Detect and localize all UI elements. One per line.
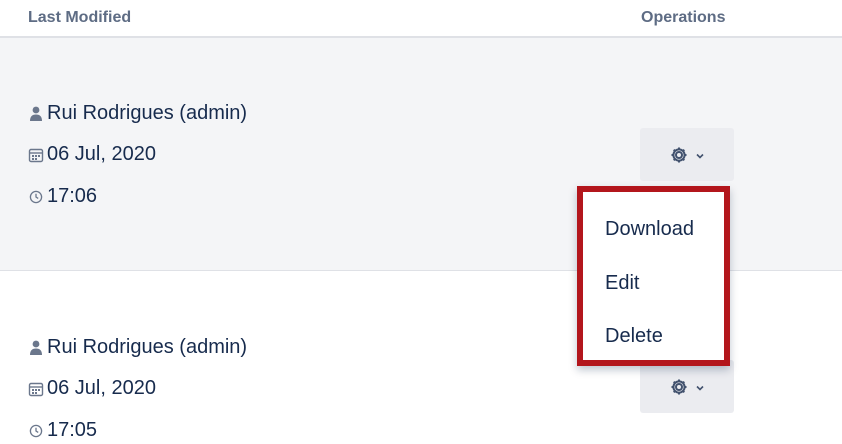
calendar-icon [28, 380, 44, 398]
modified-time-value: 17:05 [47, 419, 98, 441]
calendar-icon [28, 146, 44, 164]
operations-menu-button[interactable] [640, 128, 734, 181]
modified-date-value: 06 Jul, 2020 [47, 143, 156, 165]
modified-date: 06 Jul, 2020 [28, 377, 156, 400]
modified-by-name: Rui Rodrigues (admin) [47, 336, 248, 358]
operations-dropdown-menu: Download Edit Delete [577, 186, 730, 366]
table-header: Last Modified Operations [0, 0, 842, 38]
clock-icon [28, 422, 44, 440]
menu-item-download[interactable]: Download [605, 218, 694, 241]
modified-date: 06 Jul, 2020 [28, 143, 156, 166]
modified-by: Rui Rodrigues (admin) [28, 336, 247, 359]
attachments-table: Last Modified Operations Rui Rodrigues (… [0, 0, 842, 444]
column-header-operations: Operations [641, 9, 726, 26]
operations-menu-button[interactable] [640, 360, 734, 413]
menu-item-edit[interactable]: Edit [605, 272, 639, 295]
modified-time: 17:06 [28, 185, 97, 208]
modified-time: 17:05 [28, 419, 97, 442]
modified-by: Rui Rodrigues (admin) [28, 102, 247, 125]
user-icon [28, 105, 44, 123]
modified-by-name: Rui Rodrigues (admin) [47, 102, 248, 124]
chevron-down-icon [695, 152, 705, 160]
modified-date-value: 06 Jul, 2020 [47, 377, 156, 399]
column-header-last-modified: Last Modified [28, 9, 132, 26]
clock-icon [28, 188, 44, 206]
modified-time-value: 17:06 [47, 185, 98, 207]
chevron-down-icon [695, 384, 705, 392]
menu-item-delete[interactable]: Delete [605, 325, 663, 348]
user-icon [28, 339, 44, 357]
gear-icon [669, 145, 689, 165]
gear-icon [669, 377, 689, 397]
